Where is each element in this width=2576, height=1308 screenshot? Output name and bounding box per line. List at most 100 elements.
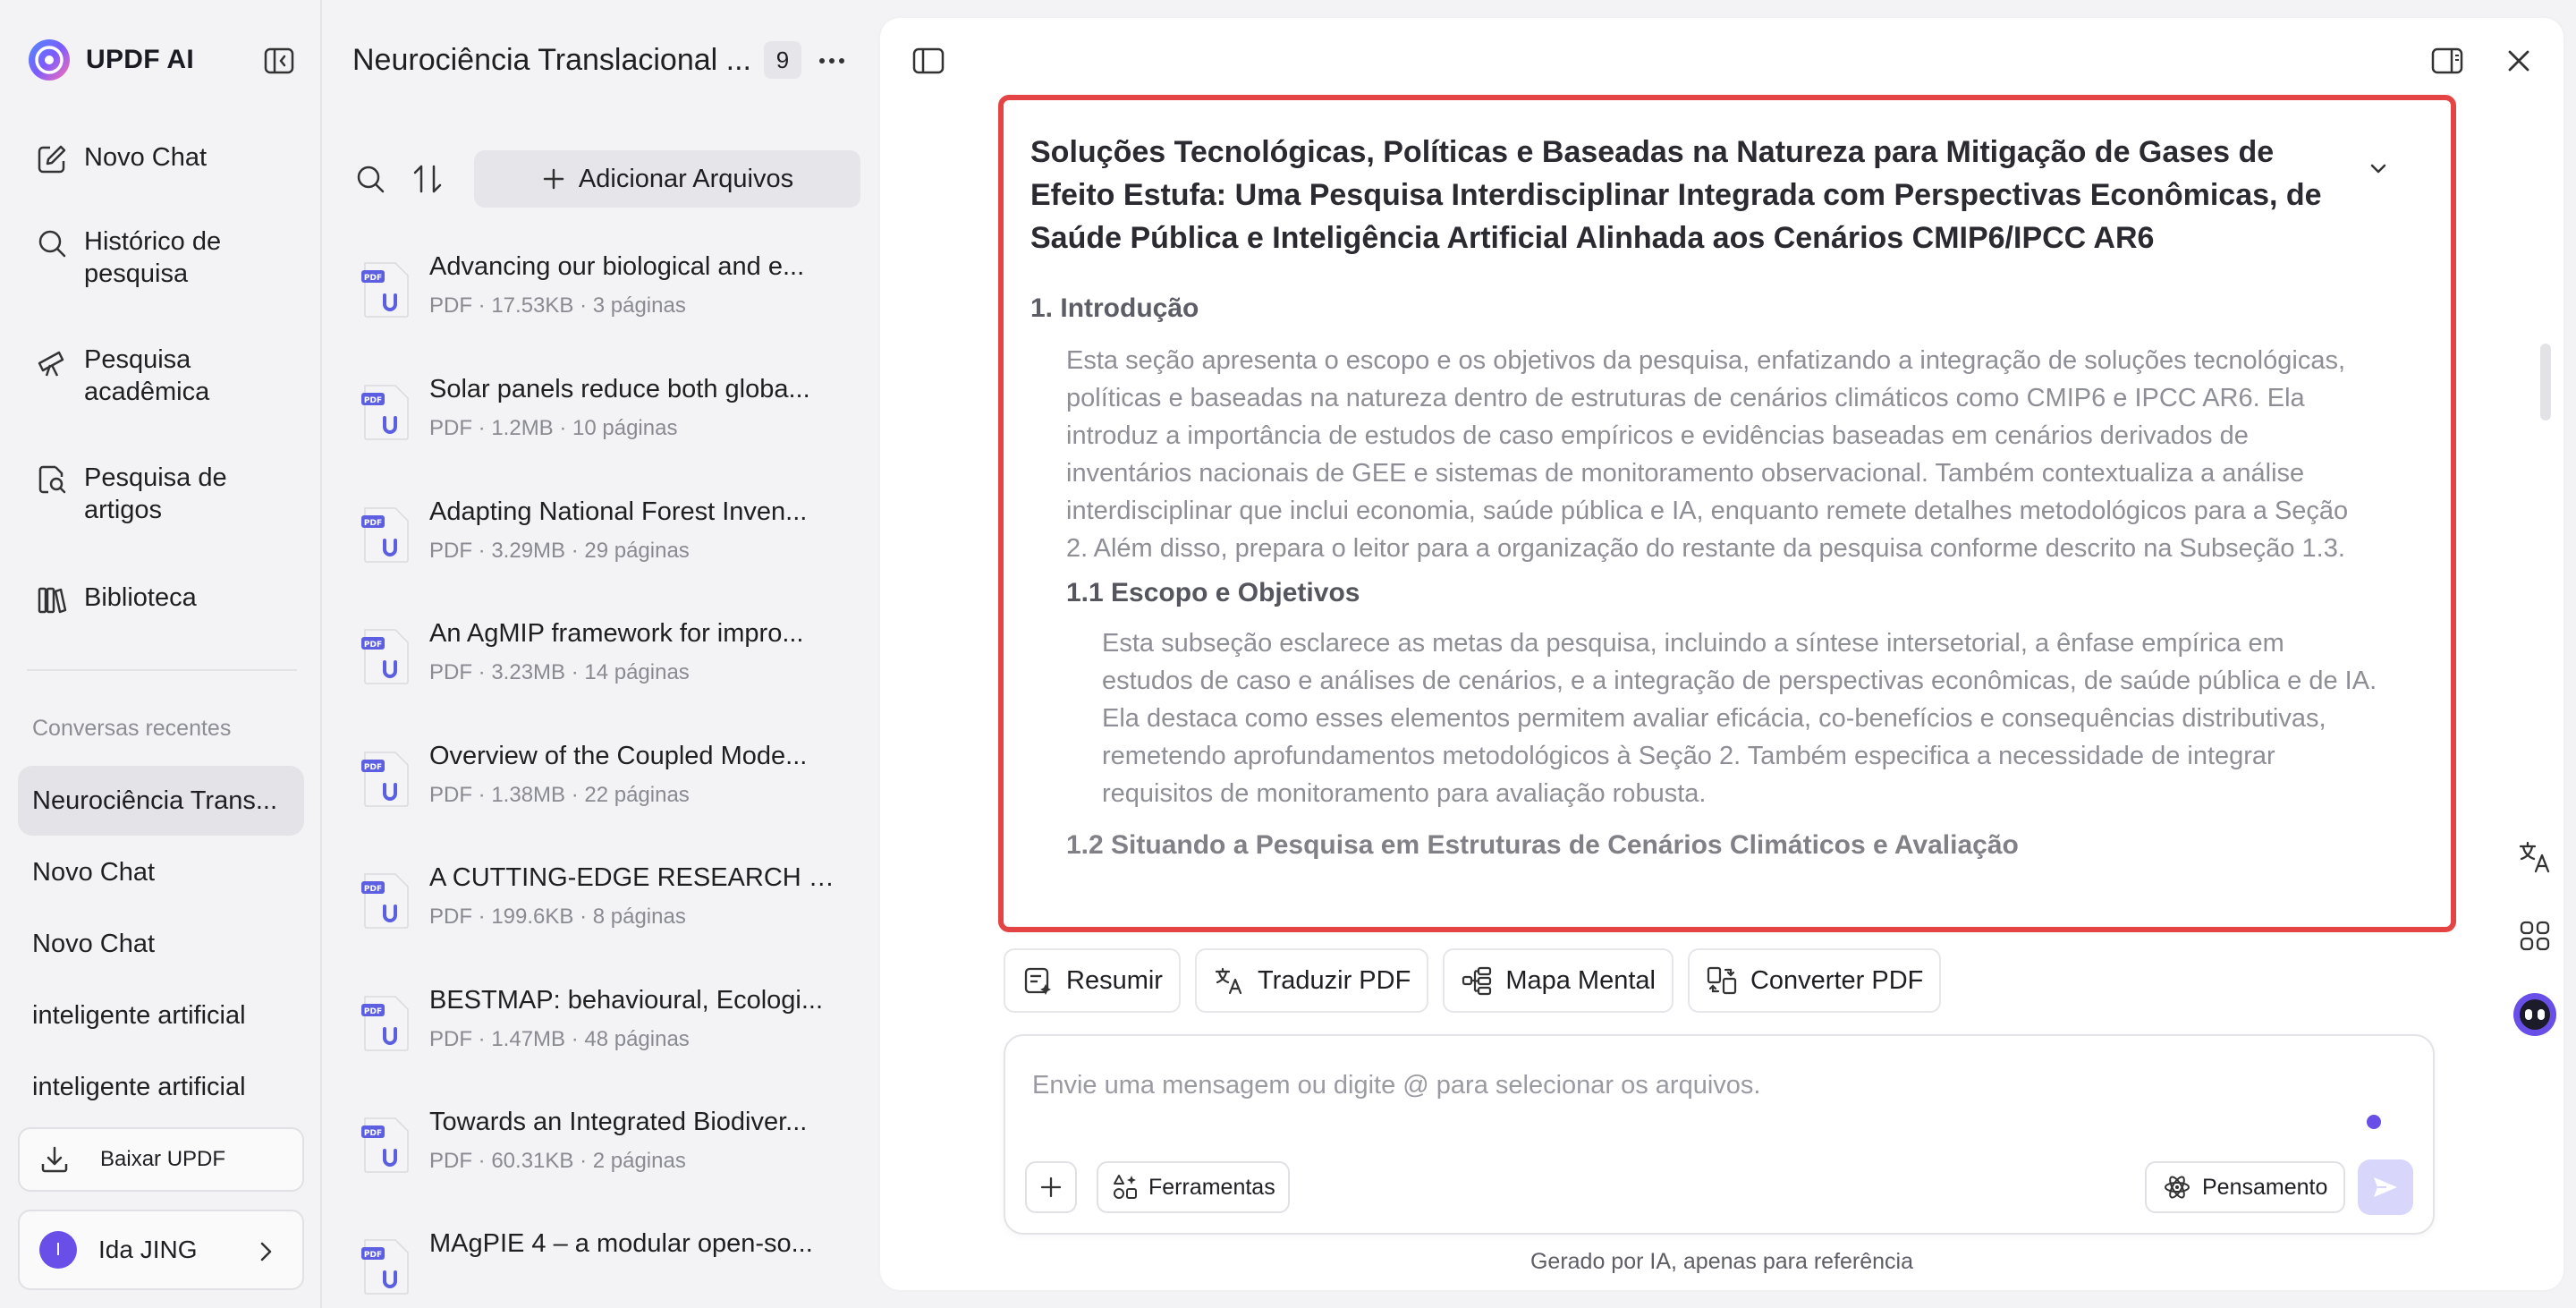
search-files-icon[interactable] xyxy=(352,161,388,197)
more-options-button[interactable] xyxy=(814,43,850,79)
subsection-paragraph: Esta subseção esclarece as metas da pesq… xyxy=(1102,629,2377,808)
file-title: A CUTTING-EDGE RESEARCH O... xyxy=(429,863,850,892)
svg-text:PDF: PDF xyxy=(364,274,382,283)
split-view-icon[interactable] xyxy=(2429,43,2465,79)
pdf-file-icon: PDF xyxy=(361,872,411,930)
add-files-button[interactable]: Adicionar Arquivos xyxy=(474,150,860,208)
section-paragraph: Esta seção apresenta o escopo e os objet… xyxy=(1066,346,2349,563)
attach-button[interactable] xyxy=(1025,1161,1077,1213)
message-input[interactable] xyxy=(1032,1063,2374,1108)
section-heading: 1. Introdução xyxy=(1030,293,1199,323)
convert-icon xyxy=(1706,964,1738,997)
file-item[interactable]: PDF Solar panels reduce both globa... PD… xyxy=(361,375,844,464)
file-item[interactable]: PDF A CUTTING-EDGE RESEARCH O... PDF · 1… xyxy=(361,863,850,953)
file-meta: PDF · 1.47MB · 48 páginas xyxy=(429,1027,690,1051)
edit-chat-icon xyxy=(36,143,68,175)
pdf-file-icon: PDF xyxy=(361,995,411,1052)
pdf-file-icon: PDF xyxy=(361,628,411,685)
chevron-right-icon xyxy=(252,1238,279,1265)
tools-icon xyxy=(1111,1173,1140,1202)
download-icon xyxy=(39,1144,70,1175)
recent-conversation-item[interactable]: inteligente artificial xyxy=(18,981,304,1050)
svg-text:PDF: PDF xyxy=(364,885,382,894)
sidebar-toggle-icon xyxy=(263,45,295,77)
brand-name: UPDF AI xyxy=(86,45,194,74)
recent-conversation-item[interactable]: Novo Chat xyxy=(18,837,304,907)
download-label: Baixar UPDF xyxy=(100,1147,226,1171)
summarize-label: Resumir xyxy=(1066,965,1163,995)
svg-text:PDF: PDF xyxy=(364,641,382,650)
scrollbar-thumb[interactable] xyxy=(2540,344,2551,420)
subsection-heading: 1.2 Situando a Pesquisa em Estruturas de… xyxy=(1066,830,2019,860)
file-item[interactable]: PDF BESTMAP: behavioural, Ecologi... PDF… xyxy=(361,986,844,1075)
nav-article-search[interactable]: Pesquisa de artigos xyxy=(36,462,304,526)
status-dot xyxy=(2367,1115,2381,1129)
file-item[interactable]: PDF Overview of the Coupled Mode... PDF … xyxy=(361,742,844,831)
convert-pdf-label: Converter PDF xyxy=(1750,965,1924,995)
send-button[interactable] xyxy=(2358,1159,2413,1215)
sidebar: UPDF AI Novo Chat Histórico de pesquisa … xyxy=(0,0,322,1308)
nav-label: Novo Chat xyxy=(84,143,208,172)
svg-text:PDF: PDF xyxy=(364,1129,382,1138)
ai-assistant-icon[interactable] xyxy=(2512,991,2558,1038)
plus-icon xyxy=(1038,1175,1063,1200)
nav-new-chat[interactable]: Novo Chat xyxy=(36,141,304,175)
file-item[interactable]: PDF Adapting National Forest Inven... PD… xyxy=(361,497,844,587)
summary-icon xyxy=(1021,964,1054,997)
library-icon xyxy=(36,583,68,616)
user-account-button[interactable]: I Ida JING xyxy=(18,1210,304,1290)
file-title: Advancing our biological and e... xyxy=(429,252,805,281)
convert-pdf-button[interactable]: Converter PDF xyxy=(1687,948,1942,1013)
tools-label: Ferramentas xyxy=(1148,1174,1275,1200)
mind-map-label: Mapa Mental xyxy=(1505,965,1656,995)
thinking-toggle[interactable]: Pensamento xyxy=(2145,1161,2346,1213)
svg-text:PDF: PDF xyxy=(364,1007,382,1016)
quick-actions: Resumir Traduzir PDF Mapa Mental Convert… xyxy=(1004,948,1942,1013)
recent-conversation-item[interactable]: inteligente artificial xyxy=(18,1052,304,1122)
tools-button[interactable]: Ferramentas xyxy=(1097,1161,1290,1213)
file-title: MAgPIE 4 – a modular open-so... xyxy=(429,1229,813,1258)
updf-logo-icon xyxy=(27,38,72,82)
file-item[interactable]: PDF Towards an Integrated Biodiver... PD… xyxy=(361,1108,844,1197)
summarize-button[interactable]: Resumir xyxy=(1004,948,1181,1013)
outline-document-card: Soluções Tecnológicas, Políticas e Basea… xyxy=(998,95,2456,932)
nav-search-history[interactable]: Histórico de pesquisa xyxy=(36,225,304,290)
pdf-file-icon: PDF xyxy=(361,506,411,564)
translate-pdf-button[interactable]: Traduzir PDF xyxy=(1194,948,1429,1013)
avatar: I xyxy=(39,1231,77,1269)
collapse-sidebar-button[interactable] xyxy=(261,43,297,79)
file-title: Towards an Integrated Biodiver... xyxy=(429,1108,808,1136)
download-updf-button[interactable]: Baixar UPDF xyxy=(18,1127,304,1192)
thinking-label: Pensamento xyxy=(2202,1174,2328,1200)
translate-icon xyxy=(1213,964,1245,997)
file-item[interactable]: PDF An AgMIP framework for impro... PDF … xyxy=(361,619,844,709)
file-title: An AgMIP framework for impro... xyxy=(429,619,804,648)
file-meta: PDF · 199.6KB · 8 páginas xyxy=(429,905,686,929)
file-panel: Neurociência Translacional ... 9 Adicion… xyxy=(324,0,880,1308)
svg-text:PDF: PDF xyxy=(364,1251,382,1260)
conversation-title: Neurociência Translacional ... xyxy=(352,43,752,77)
file-item[interactable]: PDF MAgPIE 4 – a modular open-so... xyxy=(361,1229,844,1308)
pdf-file-icon: PDF xyxy=(361,261,411,319)
chevron-down-icon[interactable] xyxy=(2365,156,2392,183)
document-title: Soluções Tecnológicas, Políticas e Basea… xyxy=(1030,135,2322,255)
file-meta: PDF · 1.2MB · 10 páginas xyxy=(429,416,678,440)
file-item[interactable]: PDF Advancing our biological and e... PD… xyxy=(361,252,844,342)
chat-panel: Soluções Tecnológicas, Políticas e Basea… xyxy=(880,18,2563,1290)
sort-icon[interactable] xyxy=(410,161,445,197)
recent-conversation-item[interactable]: Neurociência Trans... xyxy=(18,766,304,836)
recent-conversations-title: Conversas recentes xyxy=(32,716,232,741)
mind-map-button[interactable]: Mapa Mental xyxy=(1443,948,1674,1013)
mindmap-icon xyxy=(1461,964,1493,997)
recent-conversation-item[interactable]: Novo Chat xyxy=(18,909,304,979)
nav-library[interactable]: Biblioteca xyxy=(36,582,304,616)
translate-pdf-label: Traduzir PDF xyxy=(1257,965,1411,995)
apps-grid-icon[interactable] xyxy=(2515,916,2555,956)
nav-academic-search[interactable]: Pesquisa acadêmica xyxy=(36,344,304,408)
brand[interactable]: UPDF AI xyxy=(27,38,194,82)
sidebar-divider xyxy=(27,669,297,671)
toggle-files-panel-icon[interactable] xyxy=(911,43,946,79)
close-icon[interactable] xyxy=(2501,43,2537,79)
ai-disclaimer: Gerado por IA, apenas para referência xyxy=(1530,1249,1914,1274)
translate-icon[interactable] xyxy=(2515,837,2555,877)
